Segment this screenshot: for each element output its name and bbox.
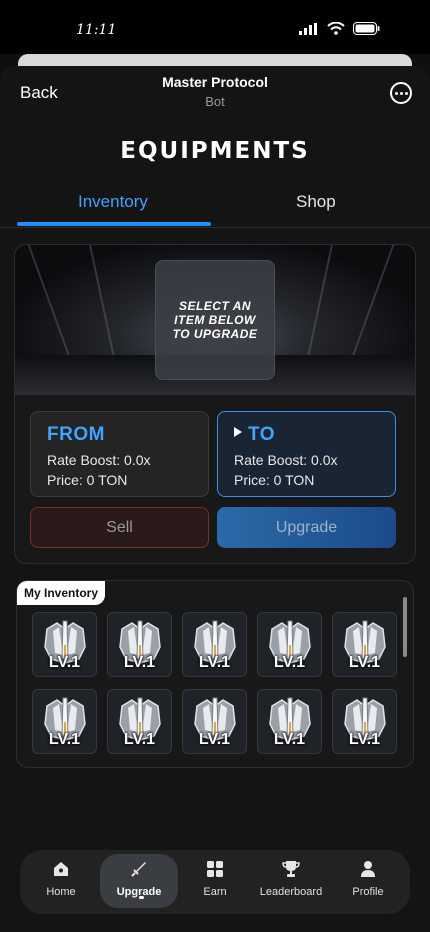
nav-home[interactable]: Home	[26, 850, 96, 914]
inventory-item[interactable]: LV.1	[32, 689, 97, 754]
page-title: EQUIPMENTS	[120, 138, 310, 164]
inventory-item[interactable]: LV.1	[32, 612, 97, 677]
to-card: TO Rate Boost: 0.0x Price: 0 TON	[217, 411, 396, 497]
item-level: LV.1	[273, 654, 306, 671]
upgrade-button[interactable]: Upgrade	[217, 507, 396, 548]
sword-icon	[131, 862, 146, 877]
wifi-icon	[327, 22, 345, 35]
item-level: LV.1	[348, 731, 381, 748]
item-level: LV.1	[348, 654, 381, 671]
status-bar: 11:11	[0, 0, 430, 54]
inventory-panel: My Inventory LV.1 LV.1 LV.1 LV.1 LV.1 LV.1 LV.…	[16, 580, 414, 768]
inventory-scrollbar[interactable]	[403, 597, 407, 657]
tab-inventory[interactable]: Inventory	[78, 192, 148, 212]
nav-earn[interactable]: Earn	[180, 850, 250, 914]
nav-label-profile: Profile	[352, 886, 384, 898]
grid-icon	[207, 861, 223, 877]
play-arrow-icon	[234, 427, 242, 437]
header-title-group: Master Protocol Bot	[0, 74, 430, 109]
upgrade-banner: SELECT AN ITEM BELOW TO UPGRADE	[15, 245, 415, 395]
from-title: FROM	[47, 424, 105, 445]
item-level: LV.1	[48, 654, 81, 671]
app-subtitle: Bot	[205, 94, 225, 109]
bottom-nav: Home Upgrade Earn Leaderboard Profile	[20, 850, 410, 914]
to-price: Price: 0 TON	[234, 472, 315, 488]
inventory-item[interactable]: LV.1	[257, 689, 322, 754]
inventory-item[interactable]: LV.1	[332, 612, 397, 677]
app-container: Back Master Protocol Bot EQUIPMENTS Inve…	[0, 66, 430, 932]
nav-leaderboard[interactable]: Leaderboard	[256, 850, 326, 914]
inventory-item[interactable]: LV.1	[107, 612, 172, 677]
item-level: LV.1	[123, 731, 156, 748]
item-level: LV.1	[273, 731, 306, 748]
nav-profile[interactable]: Profile	[333, 850, 403, 914]
inventory-item[interactable]: LV.1	[182, 689, 247, 754]
person-icon	[361, 861, 375, 877]
trophy-icon	[282, 861, 300, 877]
sell-button[interactable]: Sell	[30, 507, 209, 548]
inventory-item[interactable]: LV.1	[257, 612, 322, 677]
nav-upgrade[interactable]: Upgrade	[104, 850, 174, 914]
status-time: 11:11	[76, 22, 117, 38]
status-icons	[299, 22, 380, 35]
to-title: TO	[248, 424, 276, 445]
to-rate-boost: Rate Boost: 0.0x	[234, 452, 338, 468]
nav-label-home: Home	[46, 886, 76, 898]
item-level: LV.1	[123, 654, 156, 671]
more-options-icon[interactable]	[390, 82, 412, 104]
select-item-prompt: SELECT AN ITEM BELOW TO UPGRADE	[172, 299, 258, 341]
home-icon	[54, 862, 68, 876]
signal-icon	[299, 22, 317, 35]
tab-bar: Inventory Shop	[0, 180, 430, 228]
nav-label-leaderboard: Leaderboard	[259, 886, 323, 898]
upgrade-panel: SELECT AN ITEM BELOW TO UPGRADE FROM Rat…	[14, 244, 416, 564]
from-rate-boost: Rate Boost: 0.0x	[47, 452, 151, 468]
inventory-item[interactable]: LV.1	[182, 612, 247, 677]
from-price: Price: 0 TON	[47, 472, 128, 488]
tab-shop[interactable]: Shop	[296, 192, 336, 212]
from-card: FROM Rate Boost: 0.0x Price: 0 TON	[30, 411, 209, 497]
active-tab-indicator	[17, 222, 211, 226]
upgrade-slot[interactable]: SELECT AN ITEM BELOW TO UPGRADE	[155, 260, 275, 380]
inventory-grid: LV.1 LV.1 LV.1 LV.1 LV.1 LV.1 LV.1 LV.1 LV.1 LV.1	[32, 612, 397, 754]
inventory-tag: My Inventory	[17, 581, 106, 605]
to-title-row: TO	[234, 424, 379, 446]
item-level: LV.1	[198, 731, 231, 748]
inventory-item[interactable]: LV.1	[107, 689, 172, 754]
item-level: LV.1	[198, 654, 231, 671]
nav-label-earn: Earn	[203, 886, 227, 898]
inventory-item[interactable]: LV.1	[332, 689, 397, 754]
item-level: LV.1	[48, 731, 81, 748]
app-title: Master Protocol	[162, 74, 268, 90]
battery-icon	[353, 22, 380, 35]
header: Back Master Protocol Bot	[0, 66, 430, 120]
active-dot	[139, 896, 144, 899]
